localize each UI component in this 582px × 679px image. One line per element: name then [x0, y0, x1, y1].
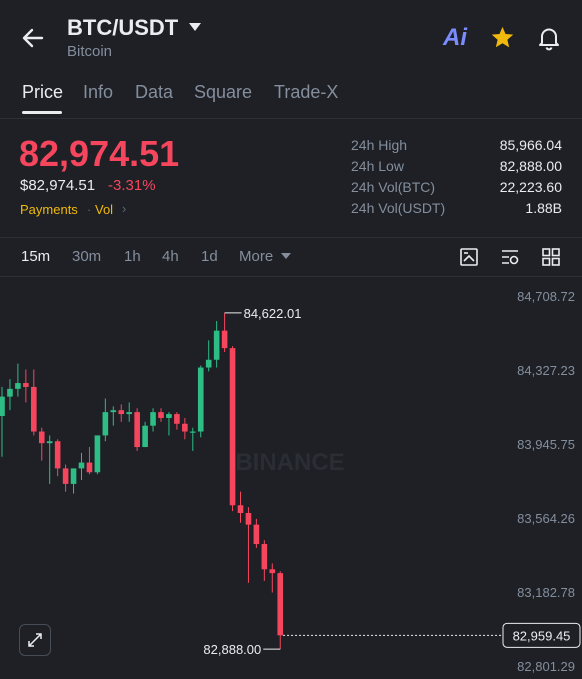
- low-price-marker: 82,888.00: [203, 642, 261, 657]
- ai-button[interactable]: Ai: [443, 24, 467, 52]
- candle-body: [0, 396, 5, 417]
- tab-square[interactable]: Square: [194, 82, 252, 103]
- stat-value-vol-usdt: 1.88B: [525, 200, 562, 216]
- stat-value-high: 85,966.04: [499, 137, 562, 153]
- y-axis-tick-label: 83,945.75: [517, 437, 575, 452]
- asset-name: Bitcoin: [67, 43, 113, 60]
- y-axis-tick-label: 83,182.78: [517, 585, 575, 600]
- y-axis-tick-label: 84,327.23: [517, 363, 575, 378]
- candlestick-chart[interactable]: BINANCE 84,708.72 84,327.23 83,945.75 83,56…: [0, 277, 582, 679]
- candle-body: [213, 330, 220, 360]
- expand-icon: [28, 633, 42, 647]
- candle-body: [205, 359, 212, 368]
- last-price: 82,974.51: [19, 133, 180, 174]
- interval-bar: 15m 30m 1h 4h 1d More: [0, 238, 582, 276]
- candle-body: [118, 410, 125, 415]
- stat-label-high: 24h High: [351, 137, 408, 153]
- active-tab-indicator: [22, 111, 62, 114]
- payments-tag[interactable]: Payments: [20, 202, 78, 217]
- high-price-marker: 84,622.01: [244, 306, 302, 321]
- candle-body: [110, 410, 117, 413]
- candle-body: [94, 435, 101, 473]
- pair-title[interactable]: BTC/USDT: [67, 15, 178, 41]
- stat-label-vol-usdt: 24h Vol(USDT): [351, 200, 446, 216]
- candle-body: [166, 414, 172, 418]
- candle-body: [142, 425, 148, 448]
- stat-value-vol-btc: 22,223.60: [499, 179, 562, 195]
- chevron-right-icon[interactable]: ›: [122, 201, 126, 216]
- bell-icon[interactable]: [536, 25, 562, 51]
- candle-body: [269, 569, 276, 574]
- candle-body: [277, 573, 284, 636]
- candle-body: [78, 462, 85, 469]
- interval-30m[interactable]: 30m: [72, 248, 101, 265]
- candle-body: [70, 468, 77, 484]
- y-axis-tick-label: 83,564.26: [517, 511, 575, 526]
- candle-body: [174, 414, 180, 424]
- indicator-settings-icon[interactable]: [500, 247, 520, 267]
- usd-price: $82,974.51: [20, 177, 96, 194]
- fullscreen-button[interactable]: [19, 624, 51, 656]
- tab-price[interactable]: Price: [22, 82, 63, 103]
- candle-body: [237, 505, 244, 514]
- back-arrow-icon[interactable]: [20, 25, 46, 51]
- candle-body: [150, 412, 156, 426]
- tab-data[interactable]: Data: [135, 82, 173, 103]
- candle-body: [182, 423, 188, 432]
- price-change: -3.31%: [108, 177, 156, 194]
- candle-body: [7, 388, 13, 397]
- candle-body: [261, 544, 268, 570]
- top-bar: BTC/USDT Bitcoin Ai: [0, 0, 582, 76]
- vol-tag[interactable]: Vol: [95, 202, 113, 217]
- interval-4h[interactable]: 4h: [162, 248, 179, 265]
- candle-body: [46, 441, 53, 444]
- candle-body: [253, 524, 260, 545]
- candle-body: [245, 513, 252, 525]
- caret-down-icon[interactable]: [281, 253, 291, 260]
- candle-body: [62, 468, 69, 484]
- caret-down-icon[interactable]: [188, 22, 202, 32]
- candle-body: [102, 412, 109, 436]
- candle-body: [23, 383, 29, 387]
- candle-body: [86, 462, 93, 473]
- grid-layout-icon[interactable]: [541, 247, 561, 267]
- interval-1h[interactable]: 1h: [124, 248, 141, 265]
- stat-label-low: 24h Low: [351, 158, 404, 174]
- candle-body: [38, 431, 45, 444]
- y-axis-tick-label: 84,708.72: [517, 289, 575, 304]
- stat-label-vol-btc: 24h Vol(BTC): [351, 179, 436, 195]
- tag-separator: ·: [87, 202, 92, 217]
- candle-body: [31, 386, 37, 432]
- star-icon[interactable]: [489, 25, 516, 50]
- candle-body: [190, 431, 196, 433]
- stat-value-low: 82,888.00: [499, 158, 562, 174]
- watermark: BINANCE: [235, 449, 344, 476]
- candle-body: [134, 412, 140, 448]
- candle-body: [126, 412, 132, 415]
- interval-15m[interactable]: 15m: [21, 248, 50, 265]
- tab-info[interactable]: Info: [83, 82, 113, 103]
- candle-body: [197, 367, 204, 432]
- tab-trade-x[interactable]: Trade-X: [274, 82, 338, 103]
- interval-more[interactable]: More: [239, 248, 273, 265]
- candle-body: [221, 330, 228, 349]
- last-price-label: 82,959.45: [513, 628, 571, 643]
- candle-body: [54, 441, 61, 469]
- chart-type-icon[interactable]: [459, 247, 479, 267]
- candle-body: [229, 348, 236, 506]
- candle-body: [15, 383, 21, 389]
- tab-bar: Price Info Data Square Trade-X: [0, 78, 582, 119]
- candle-body: [158, 412, 164, 418]
- interval-1d[interactable]: 1d: [201, 248, 218, 265]
- y-axis-tick-label: 82,801.29: [517, 659, 575, 674]
